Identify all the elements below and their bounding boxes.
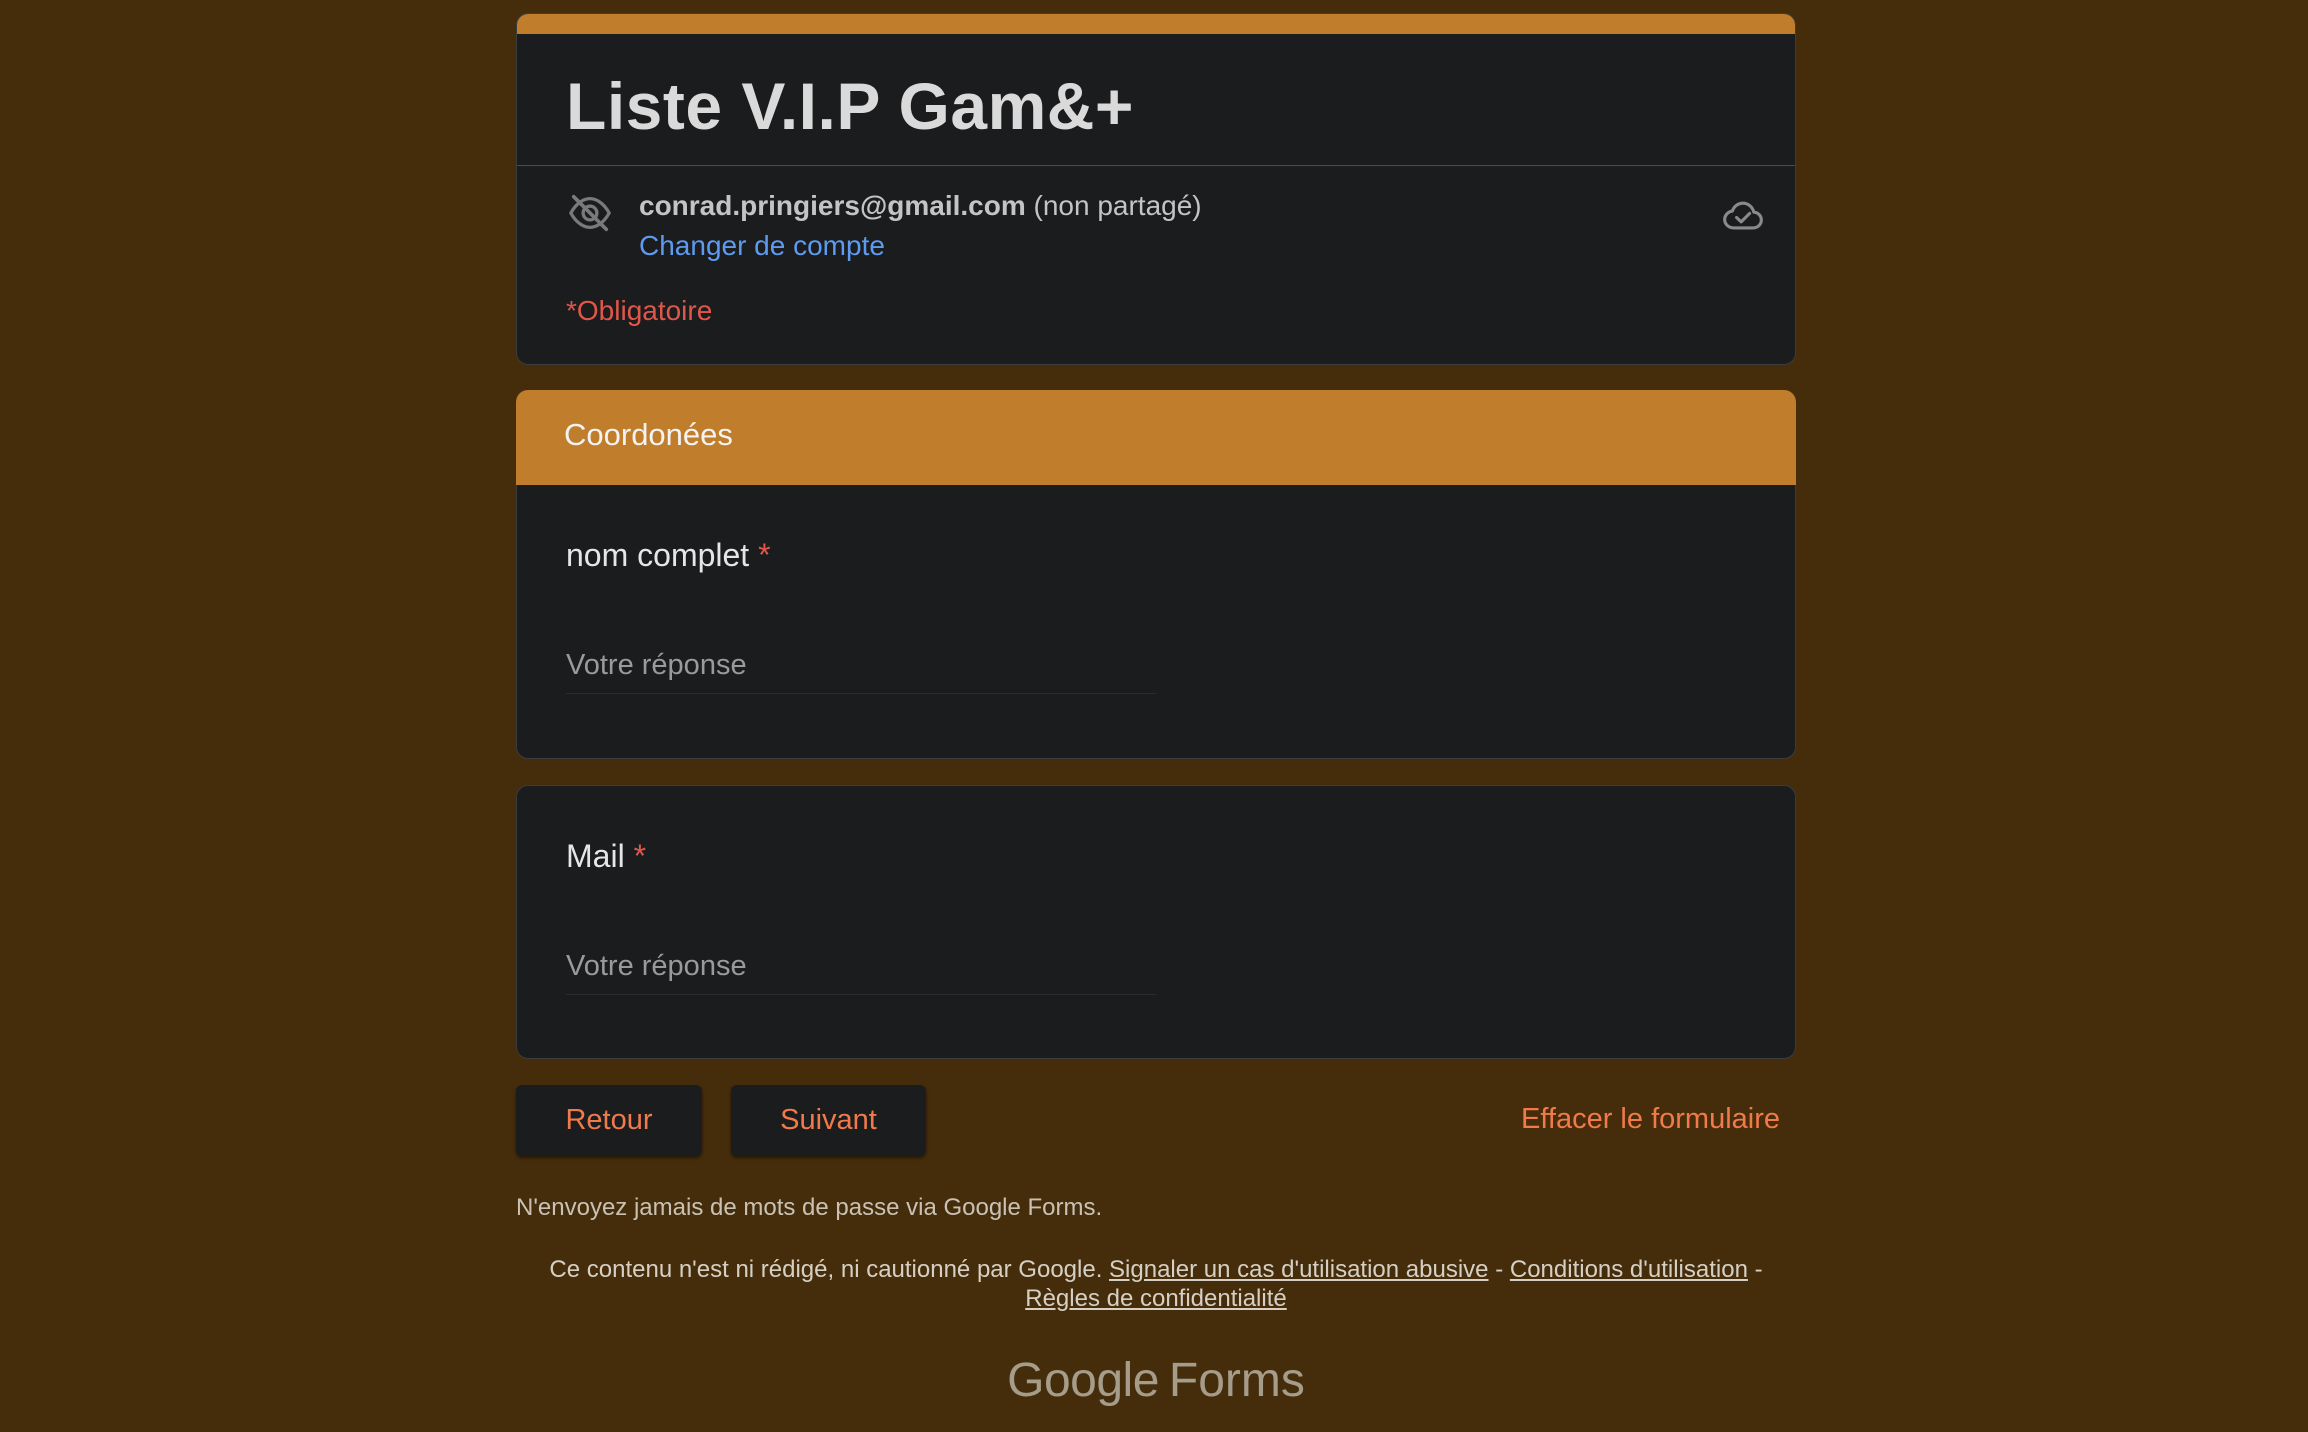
- question-card-full-name: nom complet *: [516, 485, 1796, 759]
- account-info: conrad.pringiers@gmail.com (non partagé): [639, 190, 1202, 222]
- google-forms-logo[interactable]: Google Forms: [516, 1353, 1796, 1408]
- required-asterisk: *: [758, 537, 771, 573]
- required-note: *Obligatoire: [566, 295, 713, 326]
- next-button[interactable]: Suivant: [731, 1085, 926, 1156]
- password-warning: N'envoyez jamais de mots de passe via Go…: [516, 1194, 1103, 1221]
- switch-account-link[interactable]: Changer de compte: [639, 230, 885, 262]
- question-title: Mail: [566, 838, 625, 874]
- cloud-saved-icon: [1723, 201, 1763, 230]
- question-card-mail: Mail *: [516, 785, 1796, 1059]
- eye-off-icon: [568, 194, 612, 232]
- disclaimer-text: Ce contenu n'est ni rédigé, ni cautionné…: [549, 1256, 1103, 1283]
- mail-input[interactable]: [566, 938, 1156, 995]
- header-divider: [517, 165, 1795, 166]
- section-title: Coordonées: [564, 417, 733, 452]
- footer-separator: -: [1495, 1256, 1504, 1283]
- form-title: Liste V.I.P Gam&+: [566, 69, 1134, 143]
- required-asterisk: *: [633, 838, 647, 874]
- footer-separator: -: [1754, 1256, 1763, 1283]
- logo-forms-text: Forms: [1168, 1354, 1305, 1407]
- header-accent-bar: [517, 14, 1795, 34]
- question-label-full-name: nom complet *: [566, 537, 771, 574]
- report-abuse-link[interactable]: Signaler un cas d'utilisation abusive: [1109, 1256, 1488, 1283]
- question-title: nom complet: [566, 537, 750, 573]
- account-share-status: (non partagé): [1033, 190, 1202, 221]
- full-name-input[interactable]: [566, 637, 1156, 694]
- question-label-mail: Mail *: [566, 838, 646, 875]
- form-header-card: Liste V.I.P Gam&+ conrad.pringiers@gmail…: [516, 13, 1796, 365]
- account-email: conrad.pringiers@gmail.com: [639, 190, 1026, 221]
- logo-google-text: Google: [1007, 1354, 1159, 1407]
- terms-link[interactable]: Conditions d'utilisation: [1510, 1256, 1748, 1283]
- back-button[interactable]: Retour: [516, 1085, 702, 1156]
- section-header: Coordonées: [516, 390, 1796, 486]
- privacy-link[interactable]: Règles de confidentialité: [1025, 1285, 1287, 1312]
- clear-form-button[interactable]: Effacer le formulaire: [1521, 1103, 1780, 1136]
- footer-disclaimer: Ce contenu n'est ni rédigé, ni cautionné…: [516, 1255, 1796, 1313]
